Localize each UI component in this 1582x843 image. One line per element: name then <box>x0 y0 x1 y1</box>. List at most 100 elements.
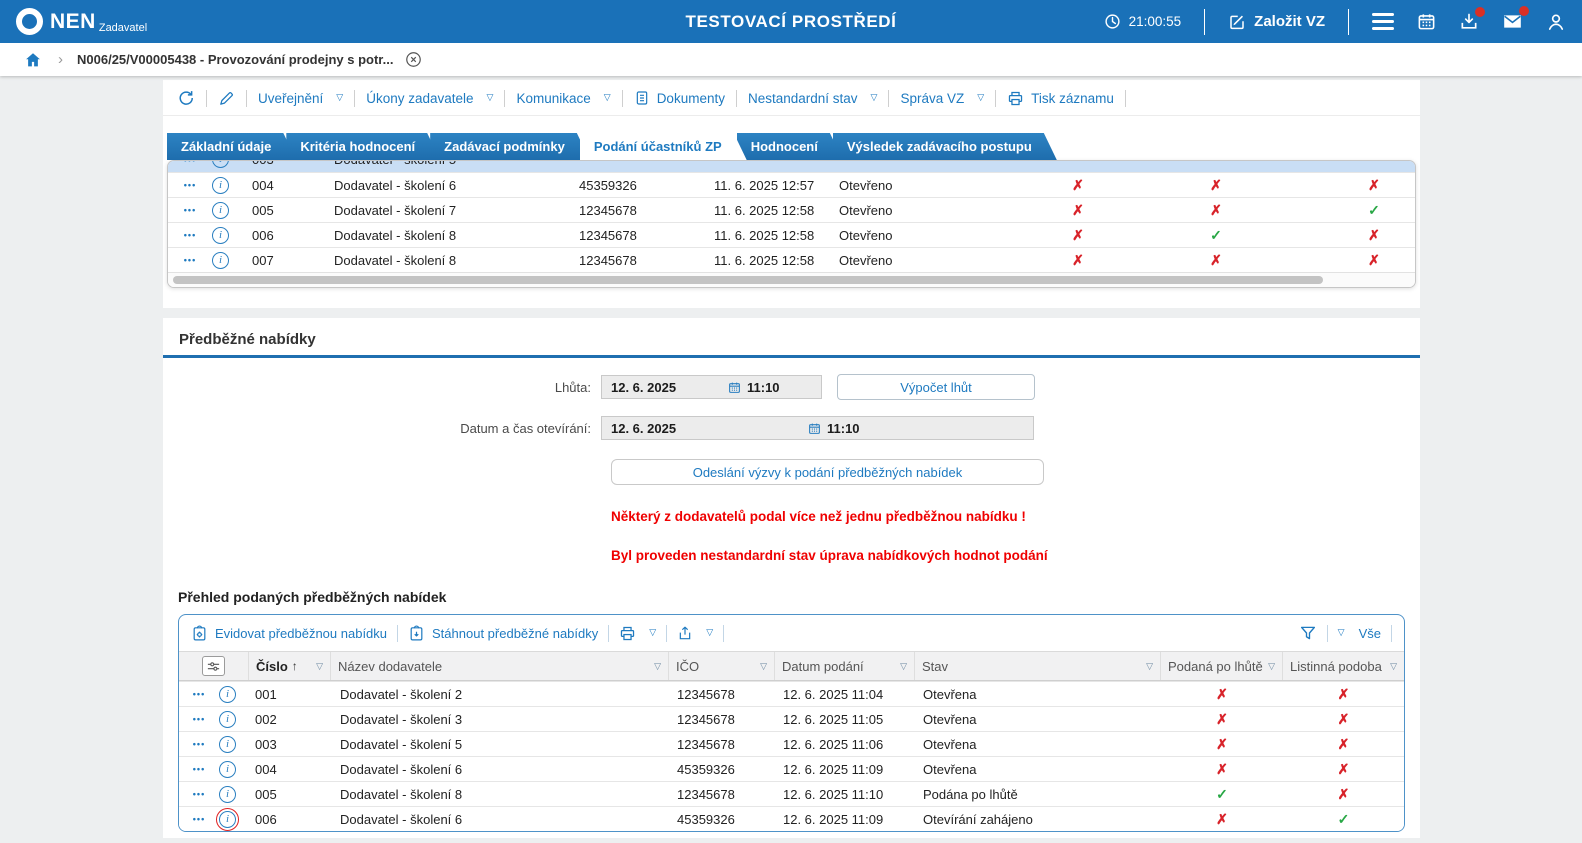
row-menu-icon[interactable] <box>184 180 196 190</box>
row-menu-icon[interactable] <box>193 789 205 799</box>
column-header-datum-podani[interactable]: Datum podání <box>775 652 915 680</box>
nen-logo[interactable]: NEN Zadavatel <box>16 5 147 39</box>
cell-status: Otevřena <box>915 762 1161 777</box>
download-offers-button[interactable]: Stáhnout předběžné nabídky <box>408 625 598 642</box>
cell-ico: 12345678 <box>669 687 775 702</box>
pencil-icon[interactable] <box>218 90 235 107</box>
menu-icon[interactable] <box>1372 13 1394 30</box>
column-header-cislo[interactable]: Číslo ↑ <box>249 652 331 680</box>
tab-kriteria-hodnoceni[interactable]: Kritéria hodnocení <box>286 133 440 160</box>
row-menu-icon[interactable] <box>193 689 205 699</box>
cell-ico: 45359326 <box>669 762 775 777</box>
info-icon[interactable] <box>212 177 229 194</box>
info-icon[interactable] <box>212 161 229 168</box>
column-header-podana-po-lhute[interactable]: Podaná po lhůtě <box>1161 652 1283 680</box>
row-menu-icon[interactable] <box>184 161 196 165</box>
toolbar-item-komunikace[interactable]: Komunikace <box>516 91 610 106</box>
column-dropdown-icon[interactable] <box>1390 661 1397 672</box>
row-menu-icon[interactable] <box>193 739 205 749</box>
info-icon[interactable] <box>219 736 236 753</box>
info-icon[interactable] <box>219 686 236 703</box>
document-icon <box>634 90 650 106</box>
scrollbar-thumb[interactable] <box>173 276 1323 284</box>
close-icon[interactable] <box>405 51 422 68</box>
cell-date: 12. 6. 2025 11:10 <box>775 787 915 802</box>
user-icon[interactable] <box>1546 12 1566 32</box>
toolbar-item-ukony-zadavatele[interactable]: Úkony zadavatele <box>366 91 493 106</box>
filter-all-dropdown[interactable]: Vše <box>1338 626 1381 641</box>
column-header-listinna-podoba[interactable]: Listinná podoba <box>1283 652 1404 680</box>
toolbar-label: Nestandardní stav <box>748 91 858 106</box>
tab-hodnoceni[interactable]: Hodnocení <box>737 133 843 160</box>
horizontal-scrollbar[interactable] <box>168 272 1415 287</box>
info-icon[interactable] <box>212 252 229 269</box>
row-menu-icon[interactable] <box>193 714 205 724</box>
toolbar-item-dokumenty[interactable]: Dokumenty <box>634 90 725 106</box>
row-menu-icon[interactable] <box>184 205 196 215</box>
opening-field[interactable]: 12. 6. 2025 11:10 <box>601 416 1034 440</box>
column-dropdown-icon[interactable] <box>760 661 767 672</box>
column-header-stav[interactable]: Stav <box>915 652 1161 680</box>
row-menu-icon[interactable] <box>184 255 196 265</box>
section-title: Předběžné nabídky <box>163 318 1420 355</box>
messages-button[interactable] <box>1502 11 1523 32</box>
info-icon[interactable] <box>219 711 236 728</box>
tab-zadavaci-podminky[interactable]: Zadávací podmínky <box>430 133 590 160</box>
tab-zakladni-udaje[interactable]: Základní údaje <box>167 133 296 160</box>
column-dropdown-icon[interactable] <box>1146 661 1153 672</box>
create-vz-button[interactable]: Založit VZ <box>1228 13 1325 31</box>
table-row: 002 Dodavatel - školení 3 12345678 12. 6… <box>179 706 1404 731</box>
calc-deadlines-button[interactable]: Výpočet lhůt <box>837 374 1035 400</box>
cell-status: Otevřena <box>915 687 1161 702</box>
offers-table-rows: 001 Dodavatel - školení 2 12345678 12. 6… <box>179 681 1404 831</box>
cell-late-flag: ✗ <box>1161 686 1283 703</box>
register-offer-button[interactable]: Evidovat předběžnou nabídku <box>191 625 387 642</box>
selected-row-partial[interactable]: 003 Dodavatel - školení 5 <box>168 161 1415 172</box>
table-row: 006 Dodavatel - školení 8 12345678 11. 6… <box>168 222 1415 247</box>
toolbar-label: Správa VZ <box>900 91 964 106</box>
deadline-field[interactable]: 12. 6. 2025 11:10 <box>601 375 822 399</box>
opening-label: Datum a čas otevírání: <box>163 421 601 436</box>
info-icon[interactable] <box>219 761 236 778</box>
calendar-icon <box>728 381 741 394</box>
deadline-label: Lhůta: <box>163 380 601 395</box>
toolbar-item-tisk-zaznamu[interactable]: Tisk záznamu <box>1007 90 1114 107</box>
cell-supplier: Dodavatel - školení 6 <box>331 762 669 777</box>
toolbar-item-nestandardni-stav[interactable]: Nestandardní stav <box>748 91 877 106</box>
info-icon[interactable] <box>212 227 229 244</box>
column-dropdown-icon[interactable] <box>654 661 661 672</box>
divider <box>1204 9 1205 35</box>
column-header-nazev-dodavatele[interactable]: Název dodavatele <box>331 652 669 680</box>
row-menu-icon[interactable] <box>193 814 205 824</box>
calendar-icon[interactable] <box>1417 12 1436 31</box>
info-icon[interactable] <box>219 786 236 803</box>
toolbar-item-uverejneni[interactable]: Uveřejnění <box>258 91 343 106</box>
divider <box>1327 625 1328 642</box>
environment-title: TESTOVACÍ PROSTŘEDÍ <box>685 12 896 32</box>
column-dropdown-icon[interactable] <box>900 661 907 672</box>
print-menu-button[interactable] <box>619 625 656 642</box>
column-settings-button[interactable] <box>179 652 249 680</box>
column-label: IČO <box>676 659 699 674</box>
info-icon[interactable] <box>219 811 236 828</box>
home-icon[interactable] <box>24 51 42 69</box>
tab-podani-ucastniku-zp[interactable]: Podání účastníků ZP <box>580 133 747 160</box>
filter-icon[interactable] <box>1299 624 1317 642</box>
send-call-button[interactable]: Odeslání výzvy k podání předběžných nabí… <box>611 459 1044 485</box>
column-dropdown-icon[interactable] <box>316 661 323 672</box>
breadcrumb-record[interactable]: N006/25/V00005438 - Provozování prodejny… <box>77 52 393 67</box>
column-dropdown-icon[interactable] <box>1268 661 1275 672</box>
tab-vysledek-zadavaciho-postupu[interactable]: Výsledek zadávacího postupu <box>833 133 1057 160</box>
info-icon[interactable] <box>212 202 229 219</box>
refresh-icon[interactable] <box>177 89 195 107</box>
export-menu-button[interactable] <box>677 625 713 641</box>
row-menu-icon[interactable] <box>193 764 205 774</box>
column-label: Podaná po lhůtě <box>1168 659 1263 674</box>
cell-late-flag: ✓ <box>1161 786 1283 803</box>
cell-number: 005 <box>249 787 331 802</box>
downloads-button[interactable] <box>1459 12 1479 32</box>
offers-toolbar: Evidovat předběžnou nabídku Stáhnout pře… <box>179 615 1404 651</box>
toolbar-item-sprava-vz[interactable]: Správa VZ <box>900 91 984 106</box>
column-header-ico[interactable]: IČO <box>669 652 775 680</box>
row-menu-icon[interactable] <box>184 230 196 240</box>
